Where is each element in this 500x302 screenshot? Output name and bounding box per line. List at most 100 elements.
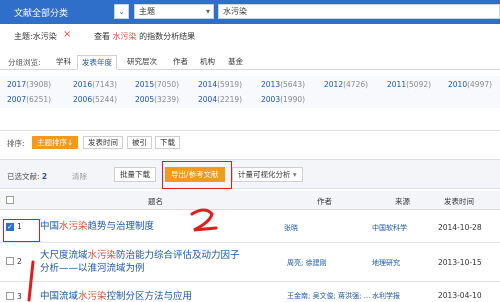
year-value: 2017 bbox=[7, 80, 27, 89]
highlight-box-export bbox=[162, 161, 232, 189]
selected-count-value: 2 bbox=[41, 172, 48, 181]
year-count: (2219) bbox=[217, 95, 243, 104]
year-link[interactable]: 2006(5244) bbox=[73, 95, 117, 104]
year-link[interactable]: 2003(1990) bbox=[261, 95, 305, 104]
tab-research-level[interactable]: 研究层次 bbox=[123, 55, 161, 70]
clear-link[interactable]: 清除 bbox=[72, 171, 87, 182]
search-input[interactable]: 水污染 bbox=[218, 4, 500, 19]
row-number: 3 bbox=[17, 292, 22, 301]
author-link[interactable]: 王金南; 吴文俊; 蒋洪强; ... bbox=[287, 291, 370, 301]
field-select[interactable]: 主题 ▾ bbox=[134, 4, 214, 19]
category-label[interactable]: 文献全部分类 bbox=[14, 6, 68, 19]
title-text: 防治能力综合评估及动力因子 bbox=[116, 250, 240, 261]
year-value: 2016 bbox=[73, 80, 93, 89]
author-link[interactable]: 周亮; 徐建刚 bbox=[287, 258, 327, 268]
title-text: 中国 bbox=[40, 221, 60, 232]
sort-download-button[interactable]: 下载 bbox=[155, 136, 180, 149]
year-link[interactable]: 2017(3908) bbox=[7, 80, 51, 89]
year-count: (1990) bbox=[280, 95, 306, 104]
year-link[interactable]: 2010(4997) bbox=[448, 80, 492, 89]
year-count: (3239) bbox=[154, 95, 180, 104]
year-value: 2012 bbox=[324, 80, 344, 89]
year-link[interactable]: 2007(6251) bbox=[7, 95, 51, 104]
year-link[interactable]: 2016(7143) bbox=[73, 80, 117, 89]
visual-analysis-label: 计量可视化分析 bbox=[238, 170, 291, 179]
year-link[interactable]: 2014(5919) bbox=[198, 80, 242, 89]
selected-count: 已选文献: 2 bbox=[7, 171, 47, 182]
year-link[interactable]: 2011(5092) bbox=[387, 80, 431, 89]
sort-topic-button[interactable]: 主题排序↓ bbox=[32, 136, 79, 149]
year-count: (4726) bbox=[343, 80, 369, 89]
source-link[interactable]: 水利学报 bbox=[372, 291, 400, 301]
chevron-down-icon[interactable]: ⌄ bbox=[114, 4, 129, 19]
title-keyword: 水污染 bbox=[78, 291, 107, 302]
year-value: 2005 bbox=[135, 95, 155, 104]
header-source: 来源 bbox=[395, 197, 410, 206]
year-value: 2007 bbox=[7, 95, 27, 104]
publish-date: 2013-04-10 bbox=[438, 291, 482, 300]
row-number: 2 bbox=[17, 257, 22, 266]
year-value: 2010 bbox=[448, 80, 468, 89]
view-analysis-suffix: 的指数分析结果 bbox=[136, 32, 196, 41]
view-analysis-link[interactable]: 查看 水污染 的指数分析结果 bbox=[94, 31, 195, 42]
grouping-label: 分组浏览: bbox=[8, 58, 41, 67]
year-value: 2003 bbox=[261, 95, 281, 104]
visual-analysis-button[interactable]: 计量可视化分析 ▾ bbox=[232, 167, 303, 182]
header-title: 题名 bbox=[148, 197, 163, 206]
table-row: 3 中国流域水污染控制分区方法与应用 王金南; 吴文俊; 蒋洪强; ... 水利… bbox=[0, 283, 500, 302]
table-row: ✓ 1 中国水污染趋势与治理制度 张晓 中国软科学 2014-10-28 bbox=[0, 211, 500, 243]
year-value: 2013 bbox=[261, 80, 281, 89]
year-link[interactable]: 2004(2219) bbox=[198, 95, 242, 104]
selected-label-text: 已选文献: bbox=[7, 172, 40, 181]
year-link[interactable]: 2005(3239) bbox=[135, 95, 179, 104]
header-author: 作者 bbox=[317, 197, 332, 206]
year-count: (5244) bbox=[92, 95, 118, 104]
row-checkbox[interactable] bbox=[6, 292, 14, 300]
paper-title-link[interactable]: 大尺度流域水污染防治能力综合评估及动力因子 分析——以淮河流域为例 bbox=[40, 249, 276, 275]
title-keyword: 水污染 bbox=[59, 221, 88, 232]
year-count: (7143) bbox=[92, 80, 118, 89]
sort-cited-button[interactable]: 被引 bbox=[127, 136, 152, 149]
filter-tag: 主题:水污染 bbox=[14, 32, 57, 41]
paper-title-link[interactable]: 中国流域水污染控制分区方法与应用 bbox=[40, 290, 192, 302]
results-table-header: 题名 作者 来源 发表时间 bbox=[0, 191, 500, 210]
title-text: 大尺度流域 bbox=[40, 250, 88, 261]
year-value: 2011 bbox=[387, 80, 407, 89]
search-bar: 文献全部分类 ⌄ 主题 ▾ 水污染 bbox=[0, 0, 500, 24]
year-link[interactable]: 2015(7050) bbox=[135, 80, 179, 89]
year-count: (6251) bbox=[26, 95, 52, 104]
field-select-value: 主题 bbox=[139, 7, 155, 16]
year-count: (5092) bbox=[406, 80, 432, 89]
tab-fund[interactable]: 基金 bbox=[224, 55, 247, 70]
year-value: 2006 bbox=[73, 95, 93, 104]
close-icon[interactable]: × bbox=[63, 29, 71, 40]
tab-author[interactable]: 作者 bbox=[169, 55, 192, 70]
view-analysis-keyword: 水污染 bbox=[112, 32, 137, 41]
paper-title-link[interactable]: 中国水污染趋势与治理制度 bbox=[40, 220, 154, 233]
batch-download-button[interactable]: 批量下载 bbox=[114, 167, 156, 182]
sort-date-button[interactable]: 发表时间 bbox=[83, 136, 123, 149]
view-analysis-prefix: 查看 bbox=[94, 32, 113, 41]
year-value: 2004 bbox=[198, 95, 218, 104]
year-link[interactable]: 2012(4726) bbox=[324, 80, 368, 89]
row-checkbox[interactable] bbox=[6, 257, 14, 265]
chevron-down-icon: ▾ bbox=[205, 7, 210, 16]
tab-institution[interactable]: 机构 bbox=[196, 55, 219, 70]
source-link[interactable]: 中国软科学 bbox=[372, 223, 407, 233]
highlight-box-checkbox bbox=[3, 219, 40, 242]
year-link[interactable]: 2013(5643) bbox=[261, 80, 305, 89]
title-keyword: 水污染 bbox=[87, 250, 117, 261]
publish-date: 2013-10-15 bbox=[438, 258, 482, 267]
chevron-down-icon: ▾ bbox=[292, 170, 297, 179]
publish-date: 2014-10-28 bbox=[438, 223, 482, 232]
tab-publish-year[interactable]: 发表年度 bbox=[77, 55, 117, 70]
select-all-checkbox[interactable] bbox=[6, 196, 14, 204]
year-value: 2014 bbox=[198, 80, 218, 89]
tab-subject[interactable]: 学科 bbox=[52, 55, 75, 70]
year-count: (3908) bbox=[26, 80, 52, 89]
sort-label: 排序: bbox=[7, 139, 25, 148]
year-count: (5919) bbox=[217, 80, 243, 89]
title-text: 中国流域 bbox=[40, 291, 79, 302]
source-link[interactable]: 地理研究 bbox=[372, 258, 400, 268]
author-link[interactable]: 张晓 bbox=[284, 223, 298, 233]
